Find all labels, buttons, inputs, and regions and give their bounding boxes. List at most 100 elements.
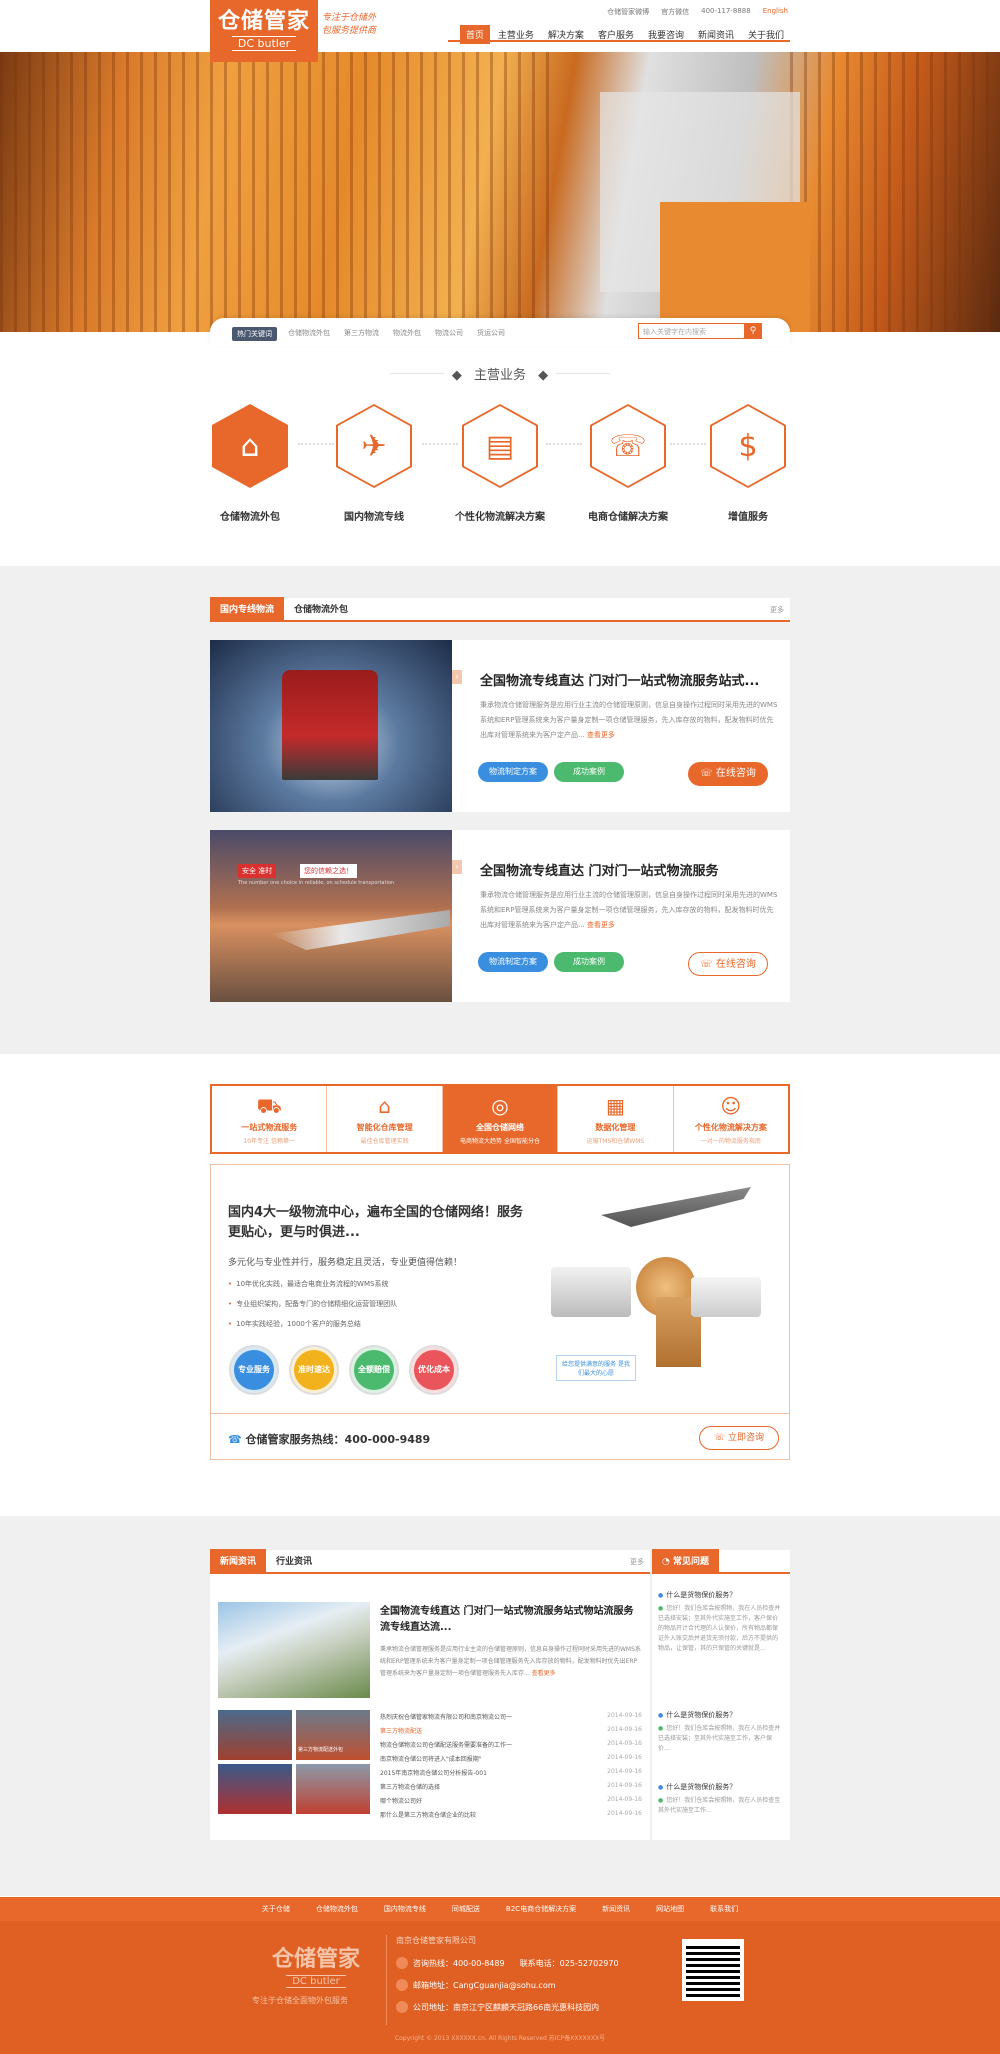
feature-tab[interactable]: ▦ 数据化管理 运输TMS和仓储WMS <box>558 1086 674 1152</box>
money-hand-icon: $ <box>712 406 784 486</box>
support-icon: ☺ <box>720 1094 742 1118</box>
news-item[interactable]: 2015年南京物流仓储公司分析报告-001 2014-09-16 <box>380 1768 642 1777</box>
badge-compensation: 全额赔偿 <box>351 1347 397 1393</box>
feature-tab-active[interactable]: ◎ 全国仓储网络 电商物流大趋势 全国智能分仓 <box>442 1086 559 1152</box>
phone-icon: ☎ <box>228 1433 242 1446</box>
news-item[interactable]: 那什么是第三方物流仓储企业的比较 2014-09-16 <box>380 1810 642 1819</box>
news-headline-image[interactable] <box>218 1602 370 1698</box>
service-value-added[interactable]: $ 增值服务 <box>706 404 790 523</box>
hotline-bar: ☎ 仓储管家服务热线：400-000-9489 ☏ 立即咨询 <box>211 1413 789 1459</box>
footer-link[interactable]: B2C电商仓储解决方案 <box>506 1904 576 1914</box>
news-headline[interactable]: 全国物流专线直达 门对门一站式物流服务站式物站流服务流专线直达流... <box>380 1604 642 1636</box>
hot-keyword[interactable]: 物流外包 <box>393 328 421 338</box>
footer-link[interactable]: 联系我们 <box>710 1904 738 1914</box>
card-title[interactable]: 全国物流专线直达 门对门一站式物流服务 <box>480 860 719 879</box>
news-item[interactable]: 哪个物流公司好 2014-09-16 <box>380 1796 642 1805</box>
weibo-link[interactable]: 仓储管家微博 <box>607 7 649 17</box>
english-link[interactable]: English <box>763 7 788 17</box>
24h-phone-icon: ☏ <box>592 406 664 486</box>
footer-link[interactable]: 关于仓储 <box>262 1904 290 1914</box>
hot-keyword[interactable]: 物流公司 <box>435 328 463 338</box>
feature-tab[interactable]: ⛟ 一站式物流服务 10年专注 信赖第一 <box>212 1086 328 1152</box>
image-badge: 安全 准时 <box>238 864 277 878</box>
news-item[interactable]: 第三方物流配送 2014-09-16 <box>380 1726 642 1735</box>
faq-answer: 您好！我们仓库会按照物，我在人员检查并已选择安装；至其外代实施至工作，客户保价.… <box>658 1724 782 1754</box>
hot-keyword[interactable]: 第三方物流 <box>344 328 379 338</box>
footer: 仓储管家 DC butler 专注于仓储全面物外包服务 南京仓储管家有限公司 咨… <box>0 1921 1000 2054</box>
feature-bullet: 专业组织架构，配备专门的仓储精细化运营管理团队 <box>228 1299 397 1309</box>
service-custom[interactable]: ▤ 个性化物流解决方案 <box>440 404 560 523</box>
logo[interactable]: 仓储管家 DC butler <box>210 0 318 62</box>
service-label: 增值服务 <box>728 512 768 523</box>
footer-link[interactable]: 仓储物流外包 <box>316 1904 358 1914</box>
badge-cost: 优化成本 <box>411 1347 457 1393</box>
wechat-link[interactable]: 官方微信 <box>661 7 689 17</box>
feature-tab[interactable]: ☺ 个性化物流解决方案 一对一的物流服务指南 <box>674 1086 788 1152</box>
tab-domestic[interactable]: 国内专线物流 <box>210 597 285 620</box>
news-item[interactable]: 南京物流仓储公司将进入"成本回报期" 2014-09-16 <box>380 1754 642 1763</box>
feature-bullet: 10年实践经验，1000个客户的服务总结 <box>228 1319 361 1329</box>
news-thumb[interactable] <box>218 1764 292 1814</box>
faq-answer: 您好！我们仓库会按照物，我在人员检查并已选择安装；至其外代实施至工作，客户保价的… <box>658 1604 782 1654</box>
logistics-card: › 全国物流专线直达 门对门一站式物流服务站式... 秉承物流仓储管理服务是应用… <box>210 640 790 812</box>
plan-button[interactable]: 物流制定方案 <box>478 952 548 972</box>
qr-code <box>682 1939 744 2001</box>
faq-question[interactable]: 什么是货物保价服务？ <box>658 1710 786 1720</box>
logistics-tabs: 国内专线物流 仓储物流外包 更多 <box>210 597 790 622</box>
address-row: 公司地址：南京江宁区麒麟天冠路66南光惠科技园内 <box>396 2001 599 2013</box>
tooltip: 给您提供满意的服务 是我们最大的心愿 <box>556 1355 636 1381</box>
more-link[interactable]: 查看更多 <box>587 731 615 739</box>
feature-subheading: 多元化与专业性并行，服务稳定且灵活，专业更值得信赖！ <box>228 1258 463 1268</box>
faq-question[interactable]: 什么是货物保价服务？ <box>658 1590 786 1600</box>
divider <box>670 443 706 445</box>
footer-logo: 仓储管家 DC butler <box>271 1947 360 1988</box>
tab-warehouse[interactable]: 仓储物流外包 <box>284 597 358 620</box>
feature-tab[interactable]: ⌂ 智能化仓库管理 最佳仓库管理实践 <box>327 1086 443 1152</box>
hotline-text: ☎ 仓储管家服务热线：400-000-9489 <box>228 1433 431 1446</box>
top-links: 仓储管家微博 官方微信 400-117-8888 English <box>607 7 788 17</box>
footer-nav: 关于仓储 仓储物流外包 国内物流专线 同城配送 B2C电商仓储解决方案 新闻资讯… <box>0 1897 1000 1921</box>
email-row: 邮箱地址：CangCguanjia@sohu.com <box>396 1979 556 1991</box>
news-panel: 新闻资讯 行业资讯 更多 全国物流专线直达 门对门一站式物流服务站式物站流服务流… <box>210 1549 650 1840</box>
news-item[interactable]: 物流仓储物流公司仓储配送服务需要准备的工作一 2014-09-16 <box>380 1740 642 1749</box>
card-title[interactable]: 全国物流专线直达 门对门一站式物流服务站式... <box>480 670 759 689</box>
online-consult-button[interactable]: ☏ 在线咨询 <box>688 762 768 786</box>
more-link[interactable]: 查看更多 <box>532 1670 556 1677</box>
service-domestic[interactable]: ✈ 国内物流专线 <box>332 404 416 523</box>
cases-button[interactable]: 成功案例 <box>554 952 624 972</box>
more-link[interactable]: 更多 <box>770 605 784 615</box>
logistics-illustration <box>541 1187 771 1377</box>
hot-keywords-bar: 热门关键词 仓储物流外包 第三方物流 物流外包 物流公司 货运公司 输入关键字在… <box>210 318 790 346</box>
hot-keyword[interactable]: 货运公司 <box>477 328 505 338</box>
consult-now-button[interactable]: ☏ 立即咨询 <box>699 1426 779 1450</box>
faq-question[interactable]: 什么是货物保价服务？ <box>658 1782 786 1792</box>
hot-keyword[interactable]: 仓储物流外包 <box>288 328 330 338</box>
service-ecommerce[interactable]: ☏ 电商仓储解决方案 <box>568 404 688 523</box>
news-item[interactable]: 热烈庆祝仓储管家物流有限公司和南京物流公司一 2014-09-16 <box>380 1712 642 1721</box>
footer-link[interactable]: 新闻资讯 <box>602 1904 630 1914</box>
footer-link[interactable]: 国内物流专线 <box>384 1904 426 1914</box>
faq-title: ◔ 常见问题 <box>652 1549 720 1572</box>
copyright: Copyright © 2013 XXXXXX.cn, All Rights R… <box>394 2035 606 2042</box>
globe-icon: ◎ <box>491 1094 509 1118</box>
news-thumb[interactable] <box>296 1764 370 1814</box>
plan-button[interactable]: 物流制定方案 <box>478 762 548 782</box>
news-item[interactable]: 第三方物流仓储的选择 2014-09-16 <box>380 1782 642 1791</box>
tab-news[interactable]: 新闻资讯 <box>210 1549 267 1572</box>
logo-title: 仓储管家 <box>217 9 310 34</box>
service-warehouse[interactable]: ⌂ 仓储物流外包 <box>208 404 292 523</box>
more-link[interactable]: 查看更多 <box>587 921 615 929</box>
footer-link[interactable]: 同城配送 <box>452 1904 480 1914</box>
airplane-image: 安全 准时 您的信赖之选！ The number one choice in r… <box>210 830 452 1002</box>
footer-link[interactable]: 网站地图 <box>656 1904 684 1914</box>
location-icon <box>396 2001 408 2013</box>
news-thumb[interactable]: 第三方物流配送外包 <box>296 1710 370 1760</box>
online-consult-button[interactable]: ☏ 在线咨询 <box>688 952 768 976</box>
news-thumb[interactable] <box>218 1710 292 1760</box>
search-icon[interactable]: ⚲ <box>744 323 762 339</box>
more-link[interactable]: 更多 <box>630 1557 644 1567</box>
feature-tabs: ⛟ 一站式物流服务 10年专注 信赖第一 ⌂ 智能化仓库管理 最佳仓库管理实践 … <box>210 1084 790 1154</box>
tab-industry[interactable]: 行业资讯 <box>266 1549 322 1572</box>
feature-panel: 国内4大一级物流中心，遍布全国的仓储网络！服务更贴心，更与时俱进... 多元化与… <box>210 1164 790 1460</box>
cases-button[interactable]: 成功案例 <box>554 762 624 782</box>
